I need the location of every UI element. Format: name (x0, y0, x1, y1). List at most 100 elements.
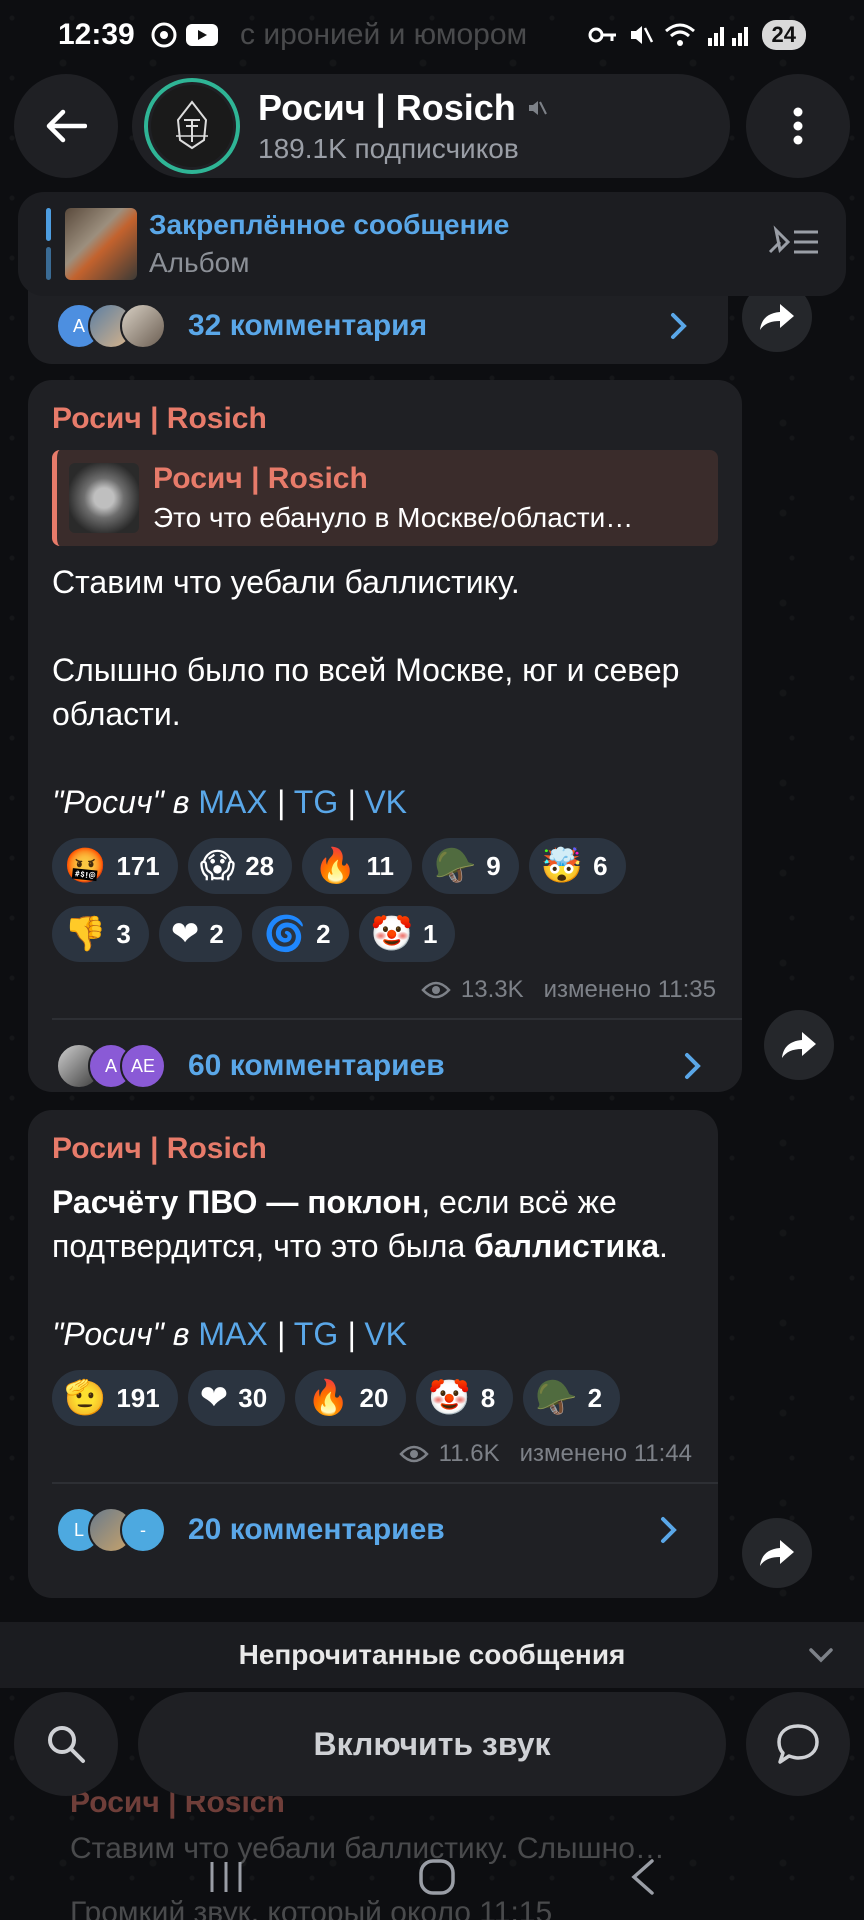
reaction-chip[interactable]: 🔥 11 (302, 838, 412, 894)
channel-title-bar[interactable]: Росич | Rosich 189.1K подписчиков (132, 74, 730, 178)
reaction-chip[interactable]: 🫡 191 (52, 1370, 178, 1426)
recent-apps-icon[interactable] (206, 1860, 246, 1894)
reaction-emoji-icon: 🪖 (535, 1378, 578, 1418)
youtube-icon (185, 24, 218, 46)
message-meta: 11.6K изменено 11:44 (28, 1426, 718, 1468)
message-bubble: Росич | Rosich Росич | Rosich Это что еб… (28, 380, 742, 1092)
commenter-avatars: A (56, 303, 166, 349)
pinned-thumbnail (65, 208, 137, 280)
eye-icon (398, 1445, 429, 1463)
back-button[interactable] (14, 74, 118, 178)
reaction-chip[interactable]: 🌀 2 (251, 906, 349, 962)
message-text: Ставим что уебали баллистику. Слышно был… (28, 546, 742, 824)
reaction-emoji-icon: 👎 (64, 914, 107, 954)
reaction-chip[interactable]: 🤡 8 (416, 1370, 514, 1426)
reaction-chip[interactable]: 🔥 20 (295, 1370, 407, 1426)
more-menu-button[interactable] (746, 74, 850, 178)
share-button[interactable] (742, 1518, 812, 1588)
status-app-icons (149, 20, 219, 50)
signature: "Росич" в MAX | TG | VK (52, 784, 407, 820)
back-nav-icon[interactable] (628, 1857, 658, 1897)
reaction-emoji-icon: ❤ (199, 1378, 229, 1418)
reaction-emoji-icon: 🌀 (263, 914, 307, 954)
reaction-chip[interactable]: 🤬 171 (52, 838, 178, 894)
reaction-emoji-icon: 🤬 (64, 846, 107, 886)
system-navigation-bar (0, 1834, 864, 1920)
pinned-subtitle: Альбом (149, 247, 250, 278)
reply-author: Росич | Rosich (153, 462, 368, 495)
chevron-right-icon (661, 1517, 677, 1543)
share-button[interactable] (764, 1010, 834, 1080)
pinned-message-bar[interactable]: Закреплённое сообщение Альбом (18, 192, 846, 296)
previous-message-bubble: A 32 комментария (28, 290, 728, 364)
avatar (120, 303, 166, 349)
arrow-left-icon (46, 109, 87, 143)
reaction-chip[interactable]: 🤡 1 (358, 906, 456, 962)
channel-name: Росич | Rosich (258, 87, 548, 129)
unread-messages-divider[interactable]: Непрочитанные сообщения (0, 1622, 864, 1688)
subscriber-count: 189.1K подписчиков (258, 133, 519, 164)
reaction-chip[interactable]: 🪖 2 (523, 1370, 621, 1426)
message-text: Расчёту ПВО — поклон, если всё же подтве… (28, 1166, 718, 1356)
reactions: 🫡 191 ❤ 30 🔥 20 🤡 8 🪖 2 (28, 1356, 718, 1426)
pinned-indicator (46, 208, 51, 280)
reaction-count: 20 (359, 1382, 389, 1413)
reaction-emoji-icon: 🤡 (370, 914, 413, 954)
reaction-chip[interactable]: 👎 3 (52, 906, 149, 962)
reaction-chip[interactable]: ❤ 30 (187, 1370, 286, 1426)
status-time: 12:39 (58, 18, 135, 51)
message-paragraph: Слышно было по всей Москве, юг и север о… (52, 652, 680, 732)
discussion-button[interactable] (746, 1692, 850, 1796)
link-vk[interactable]: VK (364, 784, 407, 820)
reaction-chip[interactable]: ❤ 2 (158, 906, 242, 962)
share-arrow-icon (760, 1540, 794, 1566)
comments-count: 32 комментария (188, 309, 428, 342)
link-max[interactable]: MAX (198, 784, 267, 820)
channel-name-text: Росич | Rosich (258, 87, 516, 128)
key-icon (588, 27, 616, 43)
message-author: Росич | Rosich (52, 402, 267, 435)
reaction-emoji-icon: 🤯 (540, 846, 584, 886)
signature: "Росич" в MAX | TG | VK (52, 1316, 407, 1352)
reaction-count: 3 (116, 918, 131, 949)
unmute-button[interactable]: Включить звук (138, 1692, 726, 1796)
mute-icon (630, 26, 653, 44)
reaction-count: 1 (422, 918, 438, 949)
pinned-title: Закреплённое сообщение (149, 209, 510, 240)
channel-avatar[interactable] (144, 78, 240, 174)
warrior-helmet-icon (176, 100, 208, 150)
status-right-icons: 24 (588, 20, 806, 50)
link-tg[interactable]: TG (294, 1316, 338, 1352)
reaction-count: 191 (116, 1382, 160, 1413)
reaction-emoji-icon: 🤡 (428, 1378, 471, 1418)
reaction-count: 11 (366, 850, 394, 881)
pin-list-icon (768, 225, 818, 254)
reply-text: Это что ебануло в Москве/области… (153, 502, 634, 533)
commenter-avatars: L - (56, 1507, 166, 1553)
reaction-chip[interactable]: 😱 28 (187, 838, 293, 894)
home-icon[interactable] (417, 1857, 457, 1897)
reaction-chip[interactable]: 🪖 9 (421, 838, 519, 894)
view-count: 13.3K (460, 976, 524, 1003)
message-paragraph: Ставим что уебали баллистику. (52, 564, 520, 600)
edited-time: изменено 11:44 (519, 1440, 692, 1467)
chevron-down-icon (809, 1648, 833, 1663)
link-max[interactable]: MAX (198, 1316, 267, 1352)
link-vk[interactable]: VK (364, 1316, 407, 1352)
comments-link[interactable]: A AE 60 комментариев (28, 1020, 742, 1112)
more-vertical-icon (793, 107, 803, 145)
chevron-right-icon (685, 1053, 701, 1079)
reply-quote[interactable]: Росич | Rosich Это что ебануло в Москве/… (52, 450, 718, 546)
comments-link[interactable]: L - 20 комментариев (28, 1484, 718, 1576)
search-button[interactable] (14, 1692, 118, 1796)
eye-icon (421, 981, 451, 999)
reaction-count: 2 (209, 918, 224, 949)
reaction-count: 171 (116, 850, 160, 881)
comments-link-prev[interactable]: A 32 комментария (28, 290, 728, 362)
reaction-chip[interactable]: 🤯 6 (528, 838, 626, 894)
pinned-list-button[interactable] (766, 222, 822, 267)
reaction-emoji-icon: ❤ (170, 914, 200, 954)
reaction-emoji-icon: 🫡 (64, 1378, 107, 1418)
signal-icon (707, 27, 748, 46)
link-tg[interactable]: TG (294, 784, 338, 820)
